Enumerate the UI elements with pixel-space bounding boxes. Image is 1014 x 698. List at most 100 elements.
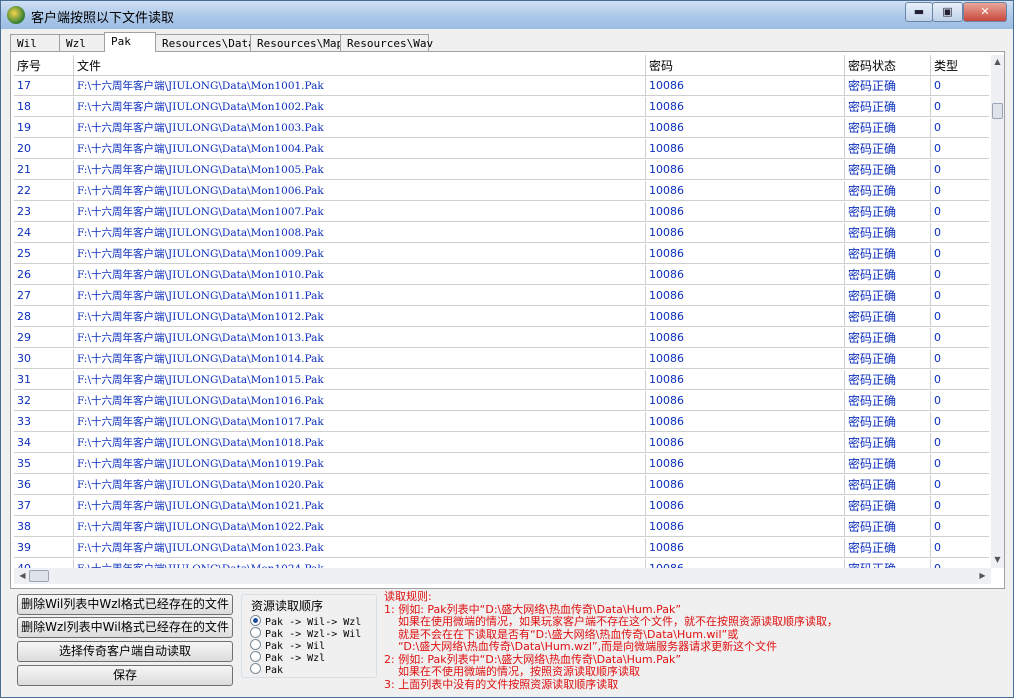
tab-wzl[interactable]: Wzl <box>59 34 105 51</box>
horizontal-scroll-thumb[interactable] <box>29 570 49 582</box>
table-row[interactable]: 24 F:\十六周年客户端\JIULONG\Data\Mon1008.Pak 100… <box>14 223 989 244</box>
tab-resources-map[interactable]: Resources\Map <box>250 34 343 51</box>
tab-panel: 序号 文件 密码 密码状态 类型 17 F:\十六周年客户端\JIULONG\Da… <box>10 51 1005 589</box>
table-row[interactable]: 36 F:\十六周年客户端\JIULONG\Data\Mon1020.Pak 100… <box>14 475 989 496</box>
tab-resources-data[interactable]: Resources\Data <box>155 34 255 51</box>
cell-index: 32 <box>14 391 74 411</box>
cell-password: 10086 <box>646 76 845 96</box>
cell-type: 0 <box>931 139 989 159</box>
cell-file: F:\十六周年客户端\JIULONG\Data\Mon1019.Pak <box>74 454 646 474</box>
cell-password: 10086 <box>646 265 845 285</box>
radio-icon[interactable] <box>250 615 261 626</box>
table-row[interactable]: 26 F:\十六周年客户端\JIULONG\Data\Mon1010.Pak 100… <box>14 265 989 286</box>
cell-password-status: 密码正确 <box>845 496 931 516</box>
read-order-option[interactable]: Pak <box>250 663 283 676</box>
table-row[interactable]: 34 F:\十六周年客户端\JIULONG\Data\Mon1018.Pak 100… <box>14 433 989 454</box>
table-row[interactable]: 25 F:\十六周年客户端\JIULONG\Data\Mon1009.Pak 100… <box>14 244 989 265</box>
table-row[interactable]: 32 F:\十六周年客户端\JIULONG\Data\Mon1016.Pak 100… <box>14 391 989 412</box>
cell-file: F:\十六周年客户端\JIULONG\Data\Mon1014.Pak <box>74 349 646 369</box>
table-row[interactable]: 35 F:\十六周年客户端\JIULONG\Data\Mon1019.Pak 100… <box>14 454 989 475</box>
table-row[interactable]: 22 F:\十六周年客户端\JIULONG\Data\Mon1006.Pak 100… <box>14 181 989 202</box>
rules-line: 如果在使用微端的情况，如果玩家客户端不存在这个文件，就不在按照资源读取顺序读取， <box>384 615 838 628</box>
cell-password: 10086 <box>646 286 845 306</box>
table-header: 序号 文件 密码 密码状态 类型 <box>14 55 989 76</box>
cell-file: F:\十六周年客户端\JIULONG\Data\Mon1015.Pak <box>74 370 646 390</box>
table-row[interactable]: 21 F:\十六周年客户端\JIULONG\Data\Mon1005.Pak 100… <box>14 160 989 181</box>
header-index[interactable]: 序号 <box>14 55 74 76</box>
cell-password-status: 密码正确 <box>845 391 931 411</box>
delete-wil-duplicates-button[interactable]: 删除Wil列表中Wzl格式已经存在的文件 <box>17 594 233 615</box>
cell-password-status: 密码正确 <box>845 349 931 369</box>
table-row[interactable]: 17 F:\十六周年客户端\JIULONG\Data\Mon1001.Pak 100… <box>14 76 989 97</box>
table-row[interactable]: 30 F:\十六周年客户端\JIULONG\Data\Mon1014.Pak 100… <box>14 349 989 370</box>
cell-index: 27 <box>14 286 74 306</box>
header-password-status[interactable]: 密码状态 <box>845 55 931 76</box>
table-row[interactable]: 18 F:\十六周年客户端\JIULONG\Data\Mon1002.Pak 100… <box>14 97 989 118</box>
table-row[interactable]: 40F:\十六周年客户端\JIULONG\Data\Mon1024.Pak100… <box>14 559 989 568</box>
table-row[interactable]: 37 F:\十六周年客户端\JIULONG\Data\Mon1021.Pak 100… <box>14 496 989 517</box>
scroll-left-icon[interactable]: ◀ <box>16 571 29 580</box>
cell-index: 35 <box>14 454 74 474</box>
cell-file: F:\十六周年客户端\JIULONG\Data\Mon1004.Pak <box>74 139 646 159</box>
cell-file: F:\十六周年客户端\JIULONG\Data\Mon1013.Pak <box>74 328 646 348</box>
minimize-button[interactable]: ▬ <box>905 2 933 22</box>
table-row[interactable]: 19 F:\十六周年客户端\JIULONG\Data\Mon1003.Pak 100… <box>14 118 989 139</box>
vertical-scrollbar[interactable]: ▲ ▼ <box>991 55 1004 568</box>
cell-password: 10086 <box>646 139 845 159</box>
table-row[interactable]: 39 F:\十六周年客户端\JIULONG\Data\Mon1023.Pak 100… <box>14 538 989 559</box>
file-table[interactable]: 序号 文件 密码 密码状态 类型 17 F:\十六周年客户端\JIULONG\Da… <box>14 55 989 568</box>
scroll-up-icon[interactable]: ▲ <box>991 57 1004 66</box>
read-order-option[interactable]: Pak -> Wzl-> Wil <box>250 627 361 640</box>
close-button[interactable]: ✕ <box>963 2 1007 22</box>
table-row[interactable]: 29 F:\十六周年客户端\JIULONG\Data\Mon1013.Pak 100… <box>14 328 989 349</box>
cell-index: 33 <box>14 412 74 432</box>
cell-file: F:\十六周年客户端\JIULONG\Data\Mon1002.Pak <box>74 97 646 117</box>
radio-icon[interactable] <box>250 651 261 662</box>
table-row[interactable]: 28 F:\十六周年客户端\JIULONG\Data\Mon1012.Pak 100… <box>14 307 989 328</box>
title-bar[interactable]: 客户端按照以下文件读取 ▬ ▣ ✕ <box>1 1 1013 29</box>
cell-password: 10086 <box>646 244 845 264</box>
radio-icon[interactable] <box>250 639 261 650</box>
cell-file: F:\十六周年客户端\JIULONG\Data\Mon1009.Pak <box>74 244 646 264</box>
scroll-right-icon[interactable]: ▶ <box>976 571 989 580</box>
delete-wzl-duplicates-button[interactable]: 删除Wzl列表中Wil格式已经存在的文件 <box>17 617 233 638</box>
radio-icon[interactable] <box>250 663 261 674</box>
cell-index: 40 <box>14 559 74 568</box>
header-file[interactable]: 文件 <box>74 55 646 76</box>
cell-password-status: 密码正确 <box>845 307 931 327</box>
cell-password: 10086 <box>646 517 845 537</box>
vertical-scroll-thumb[interactable] <box>992 103 1003 119</box>
radio-icon[interactable] <box>250 627 261 638</box>
header-type[interactable]: 类型 <box>931 55 989 76</box>
cell-type: 0 <box>931 181 989 201</box>
rules-heading: 读取规则: <box>384 590 432 603</box>
read-order-option[interactable]: Pak -> Wil-> Wzl <box>250 615 361 628</box>
table-row[interactable]: 33 F:\十六周年客户端\JIULONG\Data\Mon1017.Pak 100… <box>14 412 989 433</box>
tab-pak[interactable]: Pak <box>104 32 156 52</box>
horizontal-scrollbar[interactable]: ◀ ▶ <box>14 568 991 584</box>
maximize-button[interactable]: ▣ <box>932 2 963 22</box>
cell-password: 10086 <box>646 118 845 138</box>
table-row[interactable]: 23 F:\十六周年客户端\JIULONG\Data\Mon1007.Pak 100… <box>14 202 989 223</box>
cell-password-status: 密码正确 <box>845 244 931 264</box>
table-row[interactable]: 31 F:\十六周年客户端\JIULONG\Data\Mon1015.Pak 100… <box>14 370 989 391</box>
cell-file: F:\十六周年客户端\JIULONG\Data\Mon1001.Pak <box>74 76 646 96</box>
read-order-option[interactable]: Pak -> Wzl <box>250 651 325 664</box>
cell-password-status: 密码正确 <box>845 181 931 201</box>
auto-read-client-button[interactable]: 选择传奇客户端自动读取 <box>17 641 233 662</box>
save-button[interactable]: 保存 <box>17 665 233 686</box>
read-order-option[interactable]: Pak -> Wil <box>250 639 325 652</box>
cell-password: 10086 <box>646 307 845 327</box>
cell-password-status: 密码正确 <box>845 97 931 117</box>
tab-resources-wav[interactable]: Resources\Wav <box>340 34 433 51</box>
table-row[interactable]: 38 F:\十六周年客户端\JIULONG\Data\Mon1022.Pak 100… <box>14 517 989 538</box>
scroll-down-icon[interactable]: ▼ <box>991 555 1004 564</box>
cell-password: 10086 <box>646 349 845 369</box>
main-window: 客户端按照以下文件读取 ▬ ▣ ✕ Wil Wzl Pak Resources\… <box>0 0 1014 698</box>
cell-index: 37 <box>14 496 74 516</box>
tab-wil[interactable]: Wil <box>10 34 60 51</box>
header-password[interactable]: 密码 <box>646 55 845 76</box>
table-row[interactable]: 27 F:\十六周年客户端\JIULONG\Data\Mon1011.Pak 100… <box>14 286 989 307</box>
cell-index: 25 <box>14 244 74 264</box>
table-row[interactable]: 20 F:\十六周年客户端\JIULONG\Data\Mon1004.Pak 100… <box>14 139 989 160</box>
